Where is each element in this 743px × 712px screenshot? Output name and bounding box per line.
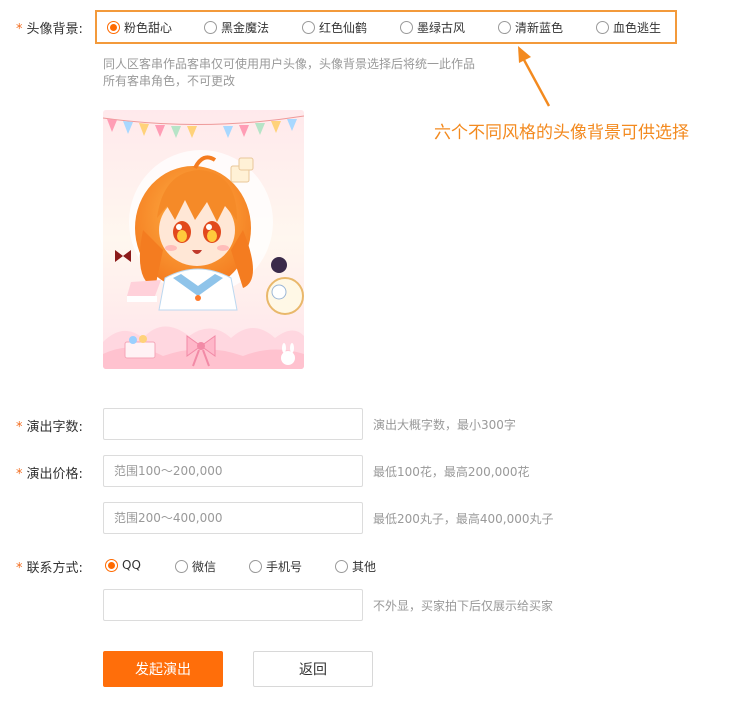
avatar-background-preview [103,110,304,369]
bg-option-pink-sweet[interactable]: 粉色甜心 [107,19,172,36]
radio-selected-icon[interactable] [107,21,120,34]
bg-option-blood-escape[interactable]: 血色逃生 [596,19,661,36]
contact-input[interactable] [103,589,363,621]
radio-icon[interactable] [302,21,315,34]
radio-icon[interactable] [249,560,262,573]
contact-option-wechat[interactable]: 微信 [175,558,216,575]
required-mark: * [16,561,23,576]
price-pill-input[interactable] [103,502,363,534]
radio-selected-icon[interactable] [105,558,118,572]
background-hint-line2: 所有客串角色，不可更改 [103,74,236,88]
bg-option-fresh-blue[interactable]: 清新蓝色 [498,19,563,36]
radio-icon[interactable] [400,21,413,34]
required-mark: * [16,420,23,435]
price-flower-input[interactable] [103,455,363,487]
required-mark: * [16,22,23,37]
background-options-highlight: 粉色甜心 黑金魔法 红色仙鹤 墨绿古风 清新蓝色 血色逃生 [95,10,677,44]
word-count-input[interactable] [103,408,363,440]
bg-option-black-gold[interactable]: 黑金魔法 [204,19,269,36]
contact-hint: 不外显，买家拍下后仅展示给买家 [373,599,554,613]
back-button[interactable]: 返回 [253,651,373,687]
annotation-arrow-icon [518,46,551,107]
word-count-label: * 演出字数: [16,420,83,435]
word-count-hint: 演出大概字数，最小300字 [373,418,516,432]
preview-illustration [103,110,304,369]
annotation-text: 六个不同风格的头像背景可供选择 [434,123,689,143]
contact-option-phone[interactable]: 手机号 [249,558,302,575]
price-flower-hint: 最低100花，最高200,000花 [373,465,530,479]
bg-option-red-crane[interactable]: 红色仙鹤 [302,19,367,36]
price-pill-hint: 最低200丸子，最高400,000丸子 [373,512,554,526]
bg-option-green-ancient[interactable]: 墨绿古风 [400,19,465,36]
radio-icon[interactable] [204,21,217,34]
avatar-background-label: * 头像背景: [16,22,83,37]
radio-icon[interactable] [596,21,609,34]
background-hint-line1: 同人区客串作品客串仅可使用用户头像，头像背景选择后将统一此作品 [103,57,476,71]
submit-performance-button[interactable]: 发起演出 [103,651,223,687]
radio-icon[interactable] [175,560,188,573]
price-label: * 演出价格: [16,467,83,482]
radio-icon[interactable] [335,560,348,573]
contact-option-qq[interactable]: QQ [105,558,141,572]
radio-icon[interactable] [498,21,511,34]
required-mark: * [16,467,23,482]
contact-label: * 联系方式: [16,561,83,576]
contact-option-other[interactable]: 其他 [335,558,376,575]
